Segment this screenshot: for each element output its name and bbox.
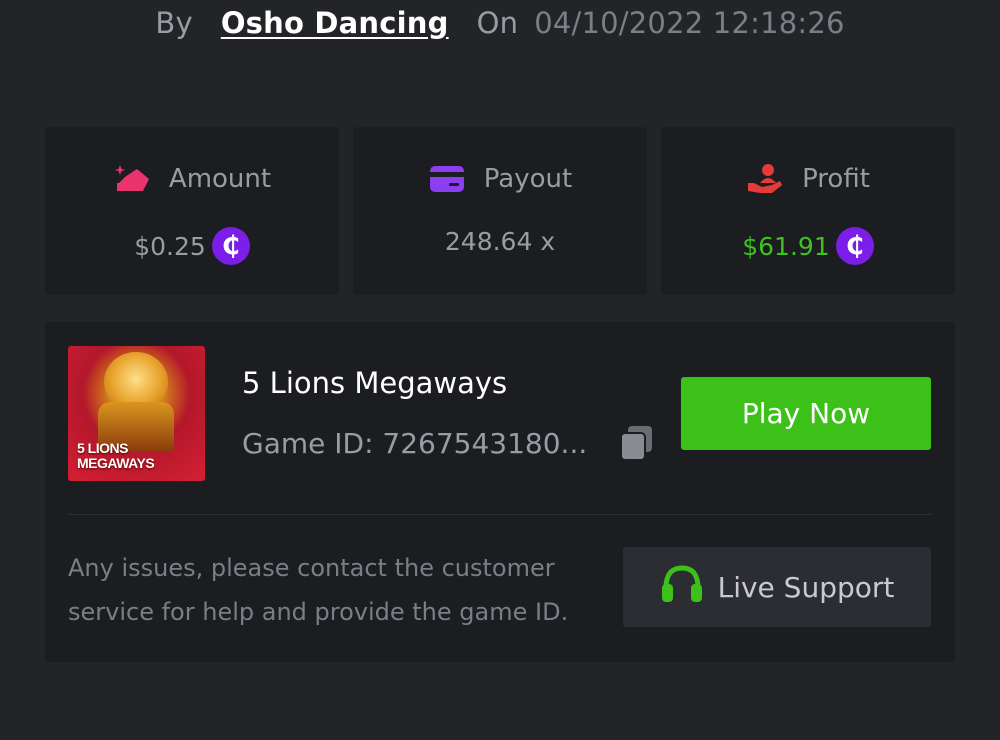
support-help-text: Any issues, please contact the customer … bbox=[68, 554, 569, 626]
game-thumbnail-logo: 5 LIONS MEGAWAYS bbox=[77, 440, 155, 471]
hand-user-icon bbox=[746, 163, 784, 195]
coin-icon: ₵ bbox=[211, 227, 250, 265]
by-label: By bbox=[155, 6, 193, 40]
amount-value: $0.25 bbox=[134, 231, 206, 261]
profit-card: Profit $61.91 ₵ bbox=[661, 127, 955, 295]
payout-value: 248.64 x bbox=[444, 227, 556, 256]
game-thumbnail[interactable]: 5 LIONS MEGAWAYS bbox=[68, 346, 205, 481]
game-id: Game ID: 7267543180... bbox=[242, 426, 588, 460]
game-title: 5 Lions Megaways bbox=[242, 366, 508, 400]
profit-value: $61.91 bbox=[742, 231, 830, 261]
amount-label: Amount bbox=[168, 164, 272, 194]
divider bbox=[68, 514, 932, 515]
on-label: On bbox=[476, 6, 519, 40]
amount-icon bbox=[113, 163, 151, 195]
game-panel: 5 LIONS MEGAWAYS 5 Lions Megaways Game I… bbox=[45, 322, 955, 662]
bet-byline: By Osho Dancing On 04/10/2022 12:18:26 bbox=[0, 0, 1000, 46]
profit-label: Profit bbox=[802, 164, 870, 194]
payout-label: Payout bbox=[483, 164, 573, 194]
bet-timestamp: 04/10/2022 12:18:26 bbox=[534, 6, 845, 40]
author-link[interactable]: Osho Dancing bbox=[221, 6, 449, 40]
game-id-row: Game ID: 7267543180... bbox=[242, 424, 656, 462]
coin-icon: ₵ bbox=[835, 227, 874, 265]
bet-stats: Amount $0.25 ₵ Payout 248.64 x Profit $6… bbox=[45, 127, 955, 295]
play-now-button[interactable]: Play Now bbox=[681, 377, 931, 450]
payout-card: Payout 248.64 x bbox=[353, 127, 647, 295]
bet-details-screen: By Osho Dancing On 04/10/2022 12:18:26 A… bbox=[0, 0, 1000, 740]
live-support-button[interactable]: Live Support bbox=[623, 547, 931, 627]
headset-icon bbox=[660, 564, 704, 611]
amount-card: Amount $0.25 ₵ bbox=[45, 127, 339, 295]
credit-card-icon bbox=[428, 163, 466, 195]
copy-icon[interactable] bbox=[618, 424, 656, 462]
live-support-label: Live Support bbox=[717, 570, 895, 604]
